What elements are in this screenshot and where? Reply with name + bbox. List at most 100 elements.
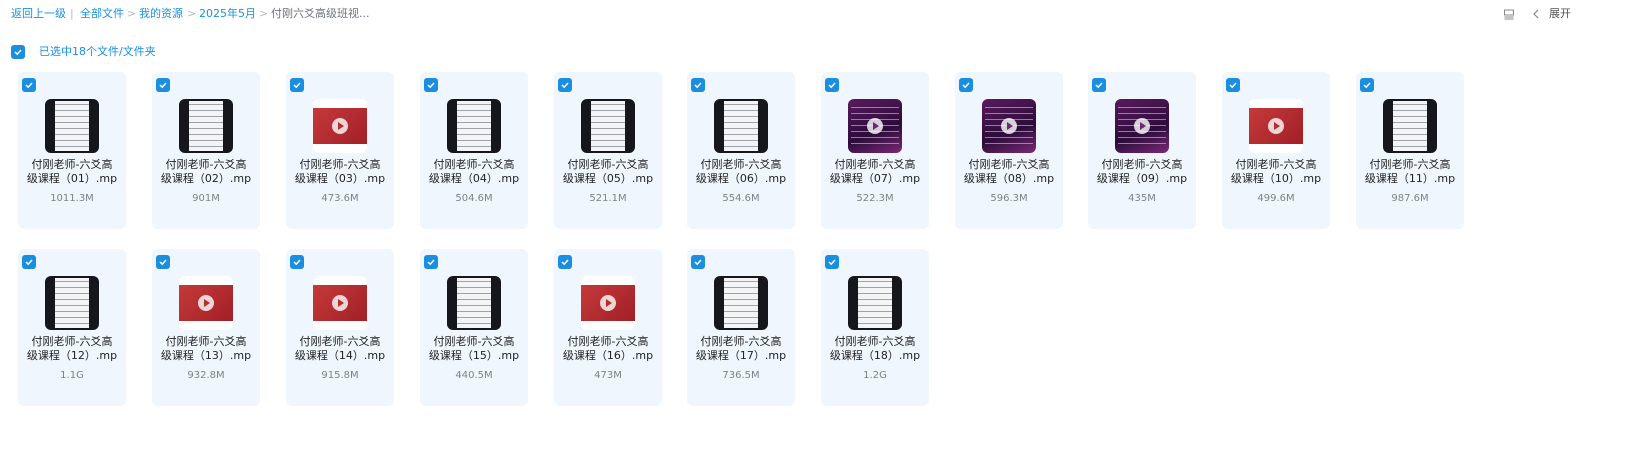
check-icon [694, 259, 702, 266]
file-name-line: 付刚老师-六爻高 [1369, 158, 1451, 171]
select-all-checkbox[interactable] [11, 45, 25, 59]
breadcrumb-all-files[interactable]: 全部文件 [80, 8, 124, 20]
file-size: 473M [594, 370, 622, 381]
document-preview [55, 278, 89, 328]
check-icon [828, 82, 836, 89]
file-checkbox[interactable] [1360, 78, 1374, 92]
list-view-icon[interactable] [1503, 8, 1515, 20]
file-card[interactable]: 付刚老师-六爻高 级课程（05）.mp 521.1M [554, 72, 662, 229]
file-name: 付刚老师-六爻高 级课程（17）.mp [687, 335, 795, 363]
file-name: 付刚老师-六爻高 级课程（04）.mp [420, 158, 528, 186]
file-name: 付刚老师-六爻高 级课程（09）.mp [1088, 158, 1196, 186]
video-thumbnail[interactable] [45, 99, 99, 153]
file-name-line: 级课程（18）.mp [829, 349, 921, 362]
video-thumbnail[interactable] [447, 99, 501, 153]
video-thumbnail[interactable] [1115, 99, 1169, 153]
play-icon [198, 295, 214, 311]
video-thumbnail[interactable] [848, 99, 902, 153]
file-name-line: 付刚老师-六爻高 [165, 158, 247, 171]
file-card[interactable]: 付刚老师-六爻高 级课程（03）.mp 473.6M [286, 72, 394, 229]
file-checkbox[interactable] [424, 78, 438, 92]
video-thumbnail[interactable] [1249, 99, 1303, 153]
file-checkbox[interactable] [290, 255, 304, 269]
file-name-line: 级课程（05）.mp [562, 172, 654, 185]
chevron-left-icon[interactable] [1530, 8, 1542, 20]
file-size: 554.6M [722, 193, 760, 204]
file-card[interactable]: 付刚老师-六爻高 级课程（15）.mp 440.5M [420, 249, 528, 406]
file-name: 付刚老师-六爻高 级课程（16）.mp [554, 335, 662, 363]
video-thumbnail[interactable] [447, 276, 501, 330]
file-checkbox[interactable] [1092, 78, 1106, 92]
file-card[interactable]: 付刚老师-六爻高 级课程（04）.mp 504.6M [420, 72, 528, 229]
check-icon [25, 82, 33, 89]
video-thumbnail[interactable] [45, 276, 99, 330]
video-thumbnail[interactable] [179, 276, 233, 330]
file-name-line: 付刚老师-六爻高 [834, 335, 916, 348]
file-card[interactable]: 付刚老师-六爻高 级课程（12）.mp 1.1G [18, 249, 126, 406]
file-size: 522.3M [856, 193, 894, 204]
file-name-line: 付刚老师-六爻高 [433, 158, 515, 171]
file-card[interactable]: 付刚老师-六爻高 级课程（17）.mp 736.5M [687, 249, 795, 406]
file-checkbox[interactable] [22, 78, 36, 92]
file-card[interactable]: 付刚老师-六爻高 级课程（10）.mp 499.6M [1222, 72, 1330, 229]
video-thumbnail[interactable] [313, 99, 367, 153]
file-checkbox[interactable] [22, 255, 36, 269]
file-size: 915.8M [321, 370, 359, 381]
video-thumbnail[interactable] [1383, 99, 1437, 153]
file-size: 901M [192, 193, 220, 204]
document-preview [724, 101, 758, 151]
file-name-line: 付刚老师-六爻高 [834, 158, 916, 171]
file-card[interactable]: 付刚老师-六爻高 级课程（11）.mp 987.6M [1356, 72, 1464, 229]
file-checkbox[interactable] [1226, 78, 1240, 92]
file-name-line: 级课程（15）.mp [428, 349, 520, 362]
file-card[interactable]: 付刚老师-六爻高 级课程（08）.mp 596.3M [955, 72, 1063, 229]
file-name: 付刚老师-六爻高 级课程（14）.mp [286, 335, 394, 363]
file-checkbox[interactable] [290, 78, 304, 92]
video-thumbnail[interactable] [714, 276, 768, 330]
breadcrumb-my-resources[interactable]: 我的资源 [139, 8, 183, 20]
file-card[interactable]: 付刚老师-六爻高 级课程（14）.mp 915.8M [286, 249, 394, 406]
file-name-line: 付刚老师-六爻高 [31, 335, 113, 348]
file-name-line: 级课程（16）.mp [562, 349, 654, 362]
video-thumbnail[interactable] [581, 99, 635, 153]
video-thumbnail[interactable] [313, 276, 367, 330]
file-checkbox[interactable] [825, 78, 839, 92]
file-checkbox[interactable] [825, 255, 839, 269]
video-thumbnail[interactable] [581, 276, 635, 330]
file-checkbox[interactable] [558, 255, 572, 269]
back-link[interactable]: 返回上一级 [11, 8, 66, 20]
file-card[interactable]: 付刚老师-六爻高 级课程（06）.mp 554.6M [687, 72, 795, 229]
file-checkbox[interactable] [156, 78, 170, 92]
play-icon [1001, 118, 1017, 134]
check-icon [14, 49, 22, 56]
file-size: 596.3M [990, 193, 1028, 204]
file-checkbox[interactable] [558, 78, 572, 92]
check-icon [427, 259, 435, 266]
file-card[interactable]: 付刚老师-六爻高 级课程（01）.mp 1011.3M [18, 72, 126, 229]
video-thumbnail[interactable] [848, 276, 902, 330]
file-name-line: 级课程（17）.mp [695, 349, 787, 362]
file-card[interactable]: 付刚老师-六爻高 级课程（13）.mp 932.8M [152, 249, 260, 406]
file-checkbox[interactable] [424, 255, 438, 269]
file-card[interactable]: 付刚老师-六爻高 级课程（09）.mp 435M [1088, 72, 1196, 229]
file-name-line: 付刚老师-六爻高 [700, 158, 782, 171]
file-checkbox[interactable] [691, 255, 705, 269]
file-card[interactable]: 付刚老师-六爻高 级课程（02）.mp 901M [152, 72, 260, 229]
file-card[interactable]: 付刚老师-六爻高 级课程（18）.mp 1.2G [821, 249, 929, 406]
file-checkbox[interactable] [691, 78, 705, 92]
file-name-line: 付刚老师-六爻高 [299, 335, 381, 348]
document-preview [189, 101, 223, 151]
check-icon [159, 259, 167, 266]
expand-button[interactable]: 展开 [1549, 8, 1571, 20]
check-icon [427, 82, 435, 89]
breadcrumb-separator: > [187, 7, 197, 20]
video-thumbnail[interactable] [714, 99, 768, 153]
file-card[interactable]: 付刚老师-六爻高 级课程（16）.mp 473M [554, 249, 662, 406]
file-name-line: 级课程（11）.mp [1364, 172, 1456, 185]
file-card[interactable]: 付刚老师-六爻高 级课程（07）.mp 522.3M [821, 72, 929, 229]
breadcrumb-may-2025[interactable]: 2025年5月 [199, 8, 256, 20]
file-checkbox[interactable] [156, 255, 170, 269]
video-thumbnail[interactable] [179, 99, 233, 153]
file-checkbox[interactable] [959, 78, 973, 92]
video-thumbnail[interactable] [982, 99, 1036, 153]
